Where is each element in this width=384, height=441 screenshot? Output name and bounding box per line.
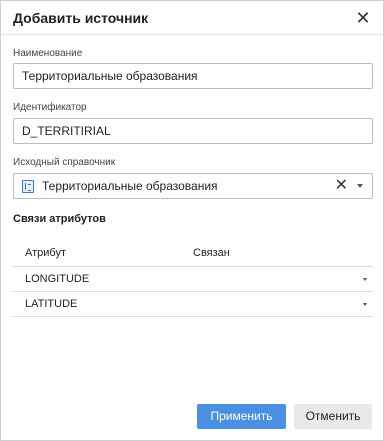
column-header-linked: Связан <box>193 247 230 259</box>
cancel-button[interactable]: Отменить <box>294 404 372 429</box>
identifier-label: Идентификатор <box>13 102 87 113</box>
dialog-title: Добавить источник <box>13 10 149 26</box>
apply-button[interactable]: Применить <box>197 404 286 429</box>
attribute-cell: LONGITUDE <box>25 273 90 285</box>
attribute-links-table: Атрибут Связан LONGITUDE LATITUDE <box>13 239 373 317</box>
clear-icon[interactable]: ✕ <box>335 176 348 196</box>
table-header: Атрибут Связан <box>13 239 373 267</box>
dictionary-icon <box>22 180 34 193</box>
add-source-dialog: Добавить источник ✕ Наименование Террито… <box>0 0 384 441</box>
attribute-cell: LATITUDE <box>25 298 78 310</box>
chevron-down-icon[interactable] <box>363 278 367 281</box>
close-icon[interactable]: ✕ <box>353 8 373 28</box>
dialog-header: Добавить источник ✕ <box>1 1 383 35</box>
chevron-down-icon[interactable] <box>363 303 367 306</box>
source-dictionary-value: Территориальные образования <box>42 179 218 193</box>
attribute-links-title: Связи атрибутов <box>13 213 106 225</box>
table-row[interactable]: LONGITUDE <box>13 267 373 292</box>
table-row[interactable]: LATITUDE <box>13 292 373 317</box>
column-header-attribute: Атрибут <box>25 247 66 259</box>
chevron-down-icon[interactable] <box>357 184 363 188</box>
name-label: Наименование <box>13 48 83 59</box>
source-dictionary-label: Исходный справочник <box>13 157 116 168</box>
identifier-input[interactable]: D_TERRITIRIAL <box>13 118 373 144</box>
name-input[interactable]: Территориальные образования <box>13 63 373 89</box>
source-dictionary-select[interactable]: Территориальные образования ✕ <box>13 173 373 199</box>
